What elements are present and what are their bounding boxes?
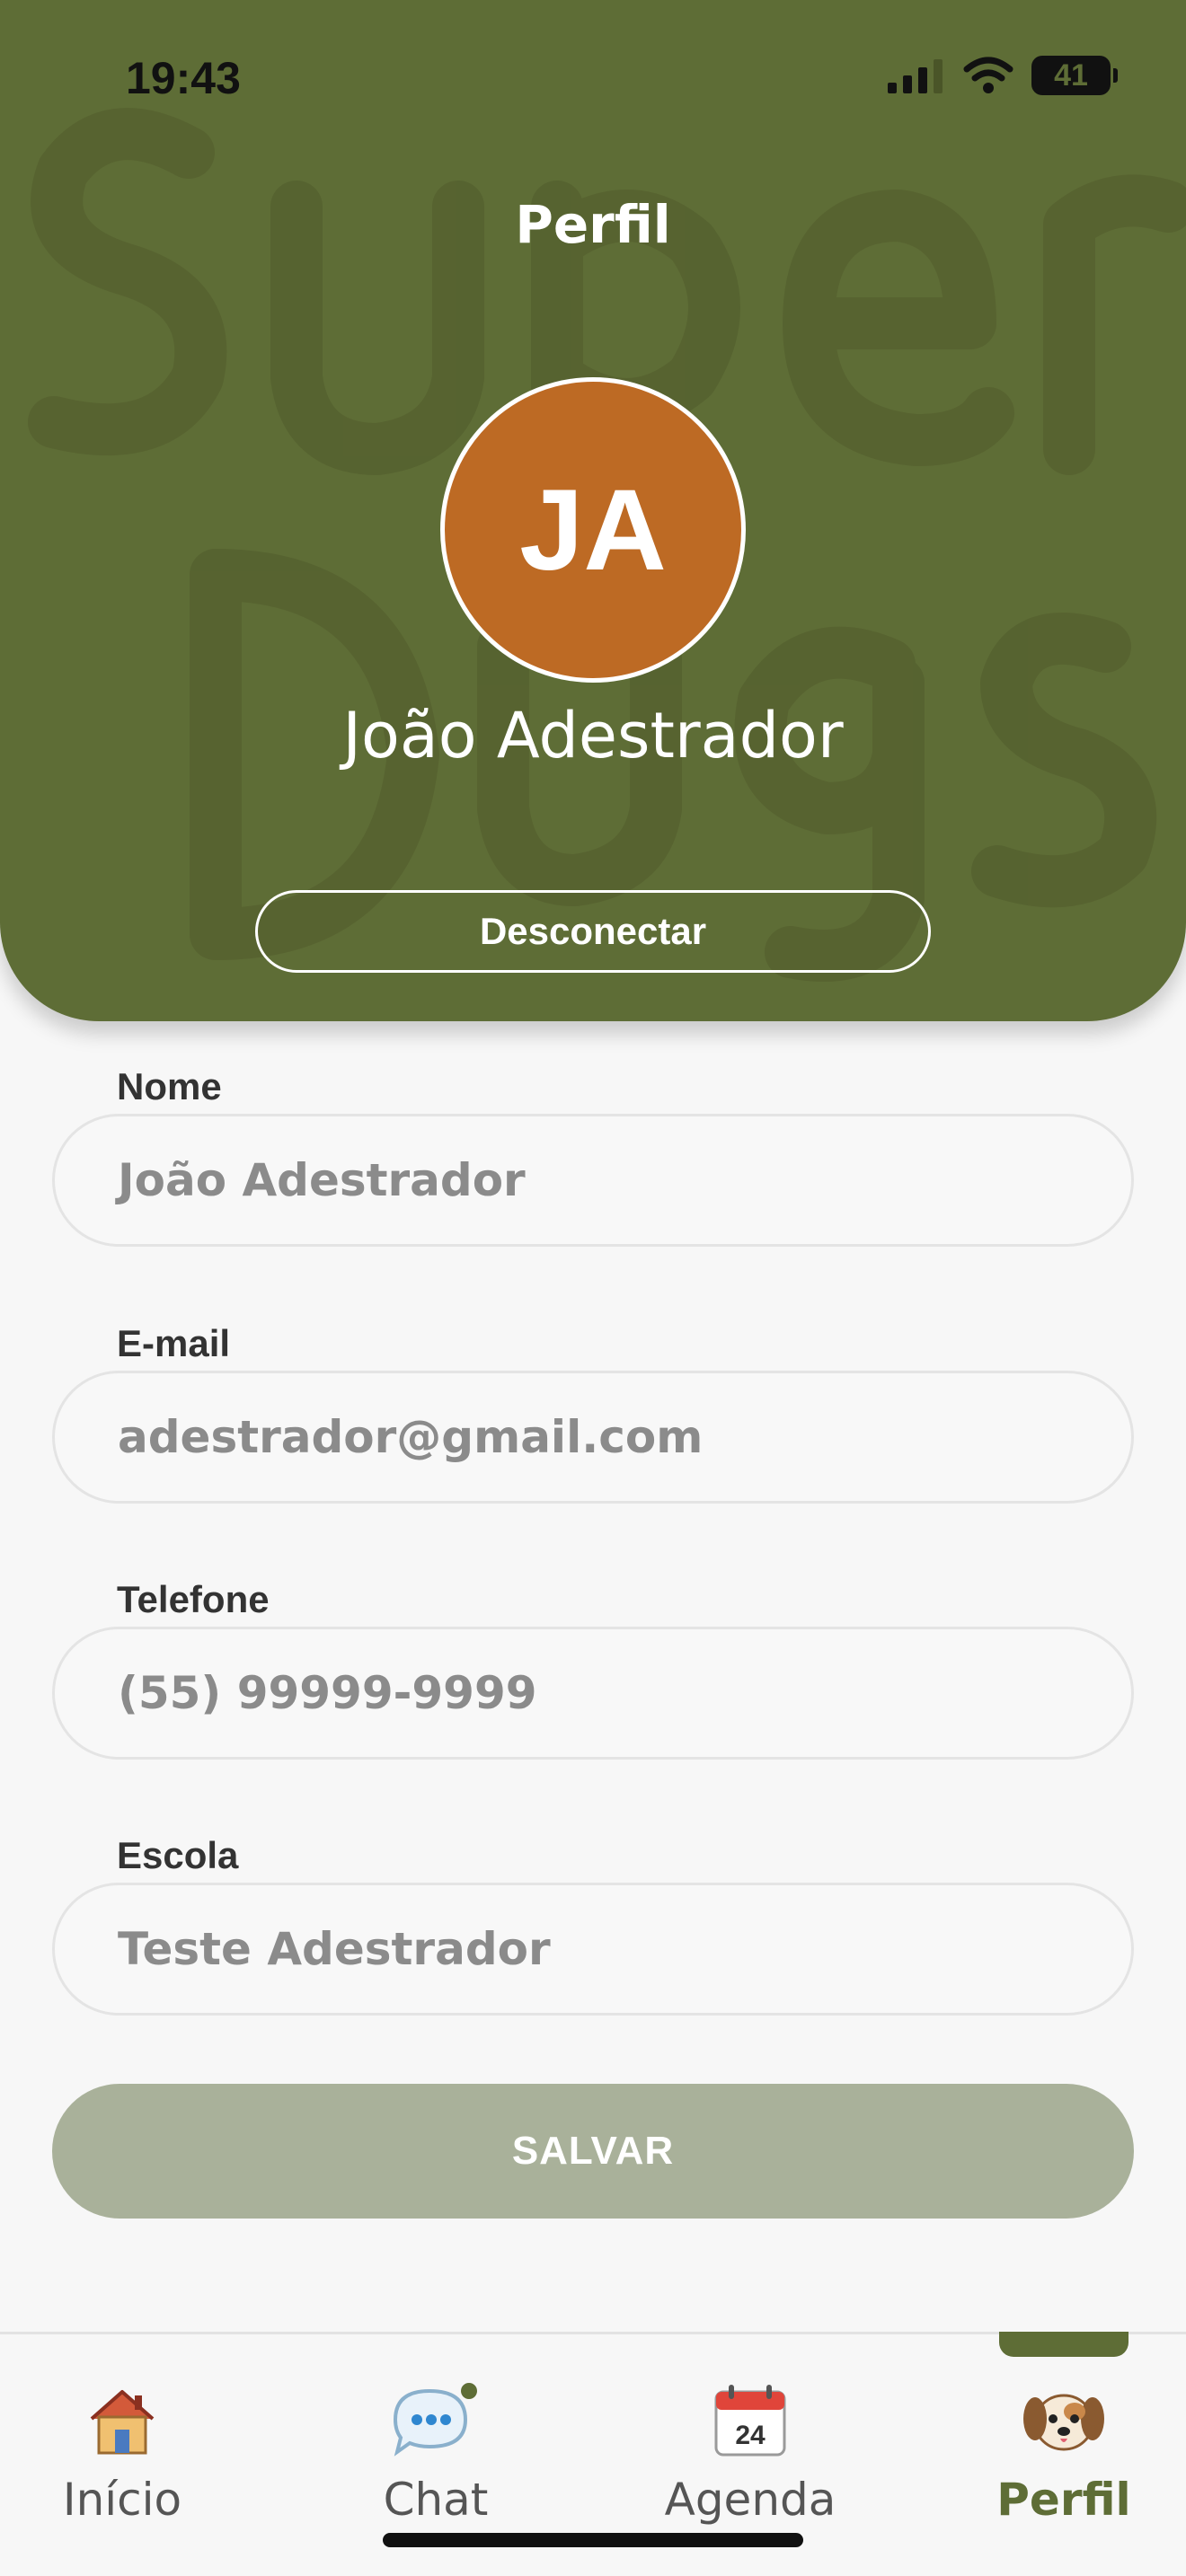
- active-tab-indicator: [999, 2332, 1128, 2357]
- dog-icon: [1023, 2394, 1104, 2451]
- school-field[interactable]: Teste Adestrador: [52, 1883, 1134, 2016]
- avatar[interactable]: JA: [440, 377, 746, 683]
- name-field[interactable]: João Adestrador: [52, 1114, 1134, 1247]
- tab-perfil[interactable]: Perfil: [947, 2380, 1181, 2526]
- email-label: E-mail: [117, 1322, 231, 1364]
- page-title: Perfil: [515, 194, 671, 255]
- profile-header: 19:43 41 Perfil JA João Adestrador Desco…: [0, 0, 1186, 1021]
- tab-label: Chat: [383, 2474, 489, 2526]
- battery-indicator: 41: [1031, 56, 1118, 95]
- calendar-day: 24: [735, 2421, 766, 2450]
- calendar-icon: 24: [714, 2385, 786, 2457]
- user-name: João Adestrador: [342, 699, 844, 772]
- phone-field[interactable]: (55) 99999-9999: [52, 1627, 1134, 1760]
- tab-label: Início: [62, 2474, 182, 2526]
- cellular-signal-icon: [888, 59, 943, 93]
- status-icons: 41: [888, 56, 1118, 95]
- phone-label: Telefone: [117, 1578, 270, 1620]
- wifi-icon: [963, 57, 1013, 93]
- tab-agenda[interactable]: 24 Agenda: [633, 2380, 867, 2526]
- status-time: 19:43: [126, 53, 241, 103]
- home-indicator[interactable]: [383, 2533, 803, 2547]
- email-field[interactable]: adestrador@gmail.com: [52, 1371, 1134, 1504]
- tab-chat[interactable]: Chat: [319, 2380, 553, 2526]
- tab-inicio[interactable]: Início: [5, 2380, 239, 2526]
- tab-label: Agenda: [664, 2474, 836, 2526]
- tab-label: Perfil: [996, 2474, 1131, 2526]
- school-label: Escola: [117, 1834, 239, 1876]
- chat-bubble-icon: [393, 2380, 481, 2457]
- house-icon: [90, 2390, 155, 2455]
- name-label: Nome: [117, 1065, 222, 1107]
- save-button[interactable]: SALVAR: [52, 2084, 1134, 2219]
- logout-button[interactable]: Desconectar: [255, 890, 931, 973]
